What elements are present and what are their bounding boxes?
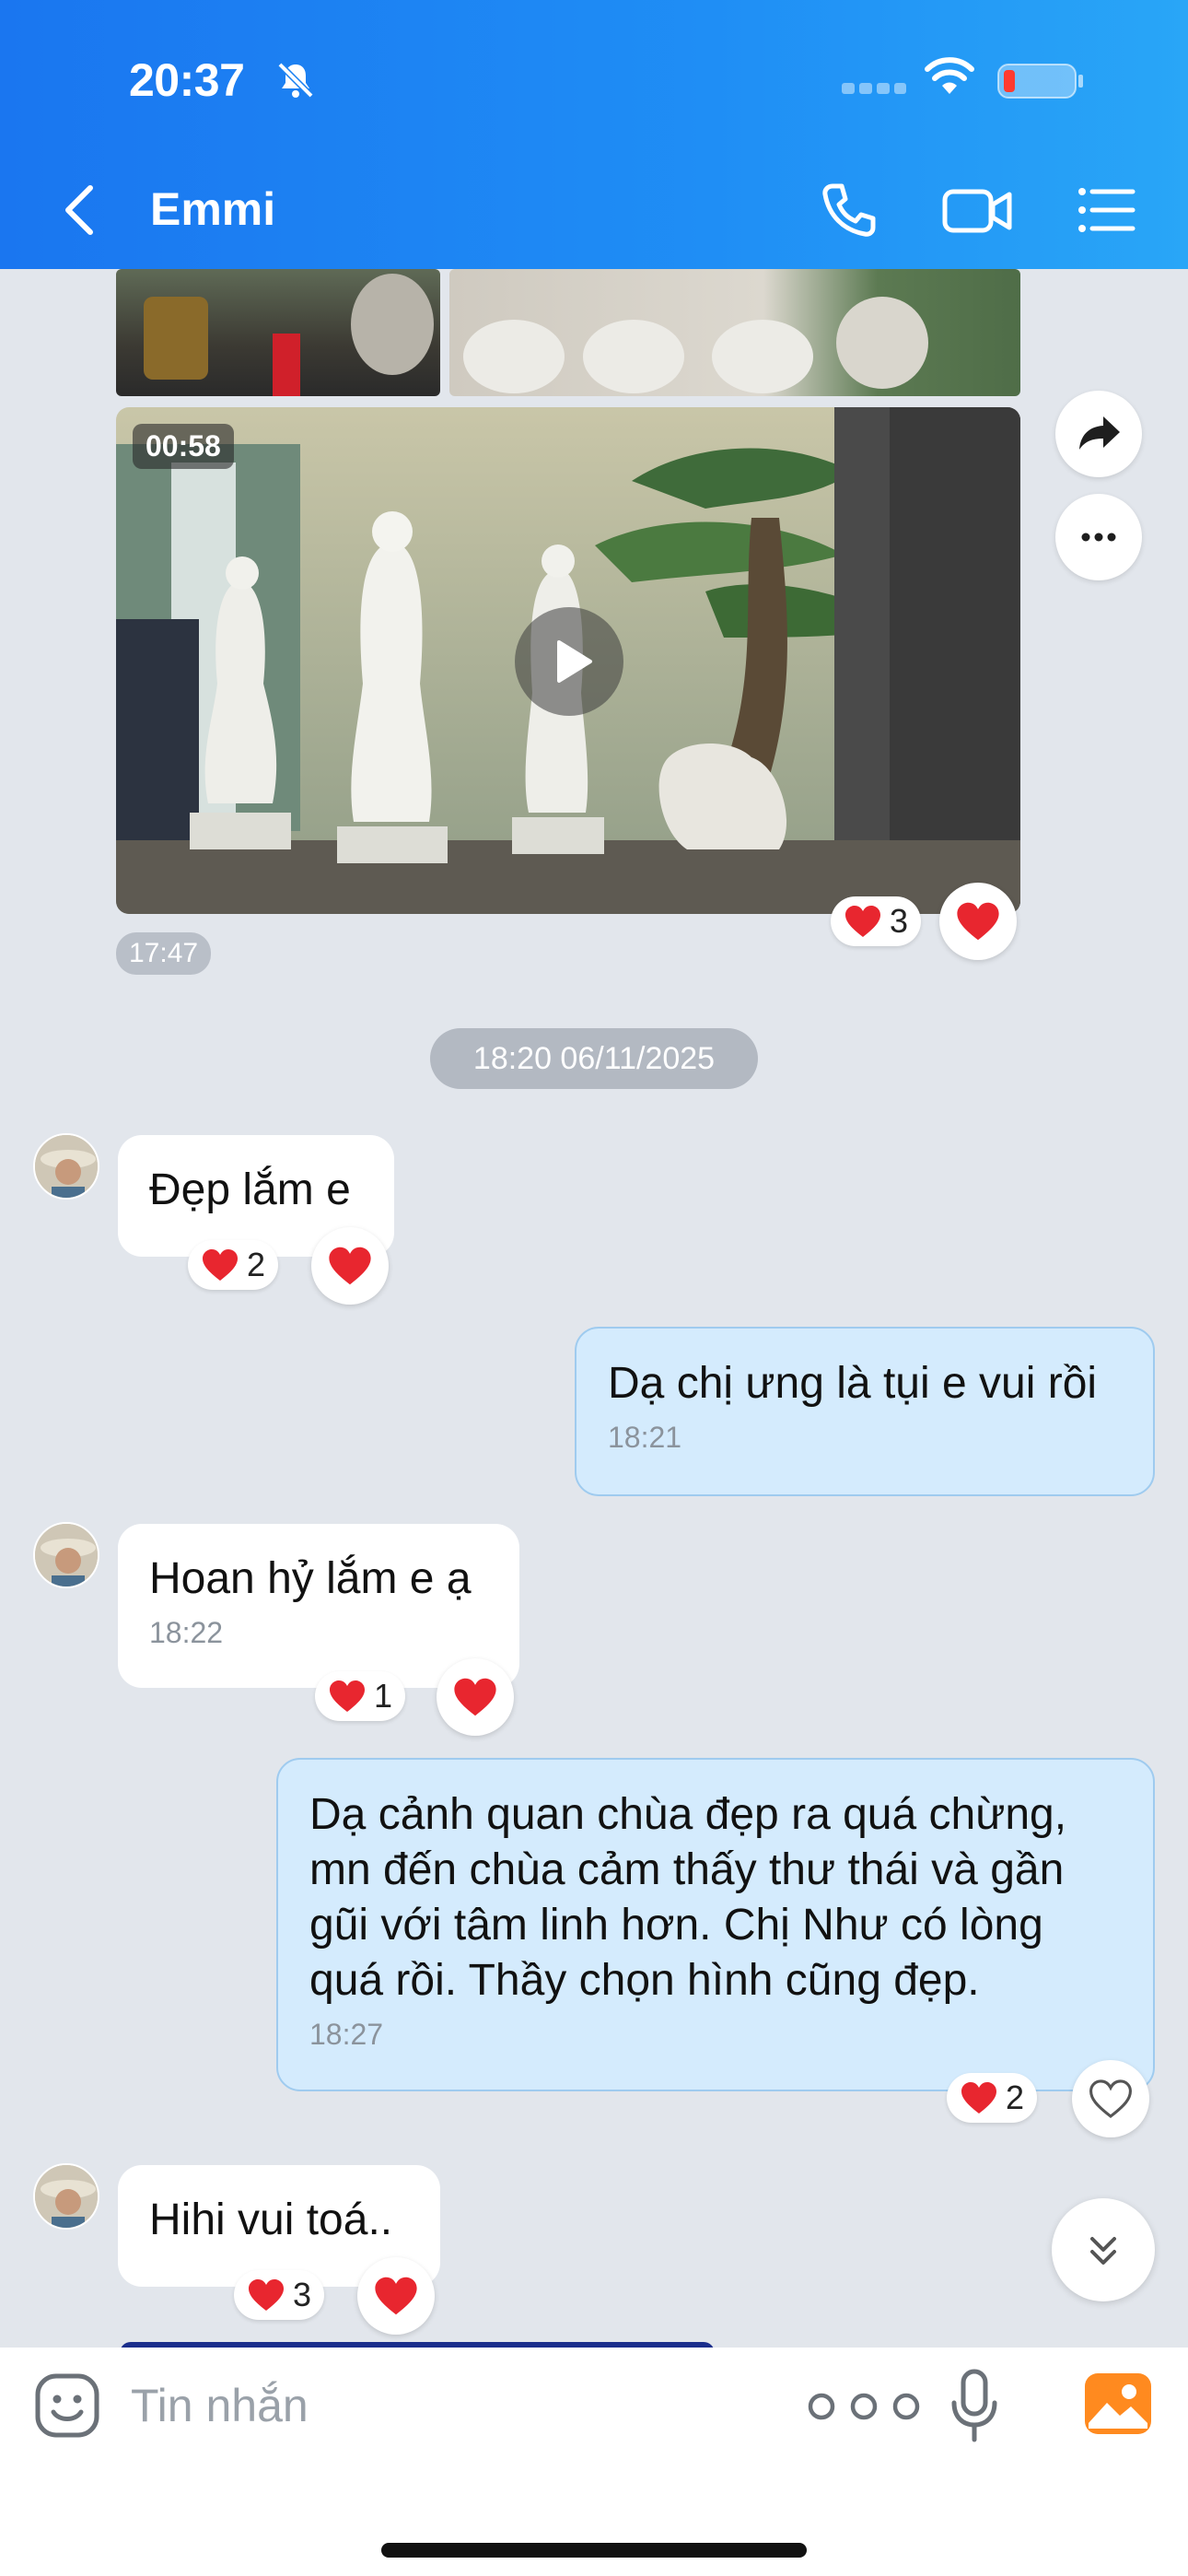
- photo-thumbnail[interactable]: [116, 269, 440, 396]
- contact-name[interactable]: Emmi: [150, 182, 275, 236]
- scroll-to-bottom-button[interactable]: [1052, 2198, 1155, 2301]
- video-call-icon[interactable]: [941, 181, 1013, 240]
- sticker-icon[interactable]: [33, 2371, 101, 2440]
- microphone-icon[interactable]: [949, 2368, 1000, 2445]
- reaction-count: 3: [293, 2276, 312, 2313]
- reaction-summary[interactable]: 3: [234, 2270, 325, 2320]
- battery-icon: [997, 64, 1083, 99]
- play-icon: [557, 640, 592, 683]
- message-time: 18:21: [608, 1421, 682, 1454]
- chevron-double-down-icon: [1090, 2237, 1116, 2265]
- message-text: Đẹp lắm e: [149, 1165, 351, 1214]
- more-options-button[interactable]: [1055, 494, 1142, 580]
- reaction-count: 2: [247, 1246, 266, 1283]
- play-button[interactable]: [515, 607, 623, 716]
- more-options-icon: [1081, 533, 1116, 542]
- share-button[interactable]: [1055, 391, 1142, 477]
- react-button[interactable]: [311, 1227, 389, 1305]
- home-indicator: [381, 2543, 807, 2558]
- video-duration: 00:58: [133, 424, 234, 469]
- heart-icon: [454, 1678, 496, 1716]
- reaction-summary[interactable]: 2: [947, 2073, 1038, 2123]
- status-time: 20:37: [129, 54, 245, 106]
- wifi-icon: [925, 57, 974, 94]
- video-message[interactable]: 00:58: [116, 407, 1020, 914]
- reaction-summary[interactable]: 2: [188, 1240, 279, 1290]
- react-button[interactable]: [437, 1658, 514, 1736]
- message-composer: [0, 2348, 1188, 2576]
- message-input[interactable]: [131, 2373, 775, 2438]
- message-text: Hihi vui toá..: [149, 2195, 393, 2244]
- heart-icon: [961, 2082, 996, 2113]
- heart-icon: [249, 2279, 284, 2311]
- reaction-summary[interactable]: 1: [315, 1671, 406, 1721]
- avatar[interactable]: [33, 1522, 99, 1588]
- message-text: Hoan hỷ lắm e ạ: [149, 1554, 472, 1603]
- bell-off-icon: [277, 62, 314, 99]
- heart-outline-icon: [1089, 2079, 1132, 2119]
- chat-header: 20:37 Emmi: [0, 0, 1188, 269]
- chat-area[interactable]: 00:58 3 17:47 18:20 06/11/2025 Đẹp lắm e: [0, 269, 1188, 2348]
- heart-icon: [957, 902, 999, 941]
- avatar[interactable]: [33, 2163, 99, 2230]
- date-divider: 18:20 06/11/2025: [430, 1028, 758, 1089]
- more-actions-icon[interactable]: [801, 2388, 926, 2425]
- message-time: 17:47: [116, 932, 212, 975]
- react-button[interactable]: [1072, 2060, 1149, 2137]
- message-text: Dạ cảnh quan chùa đẹp ra quá chừng, mn đ…: [309, 1790, 1067, 2005]
- back-icon[interactable]: [57, 181, 103, 240]
- share-icon: [1079, 416, 1120, 450]
- image-gallery-icon[interactable]: [1083, 2371, 1153, 2436]
- message-time: 18:27: [309, 2018, 384, 2051]
- cellular-signal-icon: [842, 83, 906, 94]
- menu-list-icon[interactable]: [1076, 181, 1136, 240]
- message-time: 18:22: [149, 1616, 224, 1649]
- reaction-count: 3: [890, 902, 909, 940]
- reaction-summary[interactable]: 3: [831, 896, 922, 946]
- heart-icon: [330, 1680, 365, 1712]
- reaction-count: 1: [374, 1677, 393, 1715]
- heart-icon: [329, 1247, 371, 1285]
- message-text: Dạ chị ưng là tụi e vui rồi: [608, 1359, 1098, 1408]
- react-button[interactable]: [357, 2257, 435, 2335]
- message-bubble[interactable]: Dạ chị ưng là tụi e vui rồi 18:21: [575, 1327, 1155, 1496]
- reaction-count: 2: [1006, 2078, 1025, 2116]
- photo-thumbnail[interactable]: [449, 269, 1020, 396]
- react-button[interactable]: [939, 883, 1017, 960]
- avatar[interactable]: [33, 1133, 99, 1200]
- heart-icon: [203, 1249, 238, 1281]
- heart-icon: [845, 906, 880, 937]
- message-bubble[interactable]: Dạ cảnh quan chùa đẹp ra quá chừng, mn đ…: [276, 1758, 1155, 2091]
- heart-icon: [375, 2277, 417, 2315]
- phone-icon[interactable]: [820, 181, 879, 240]
